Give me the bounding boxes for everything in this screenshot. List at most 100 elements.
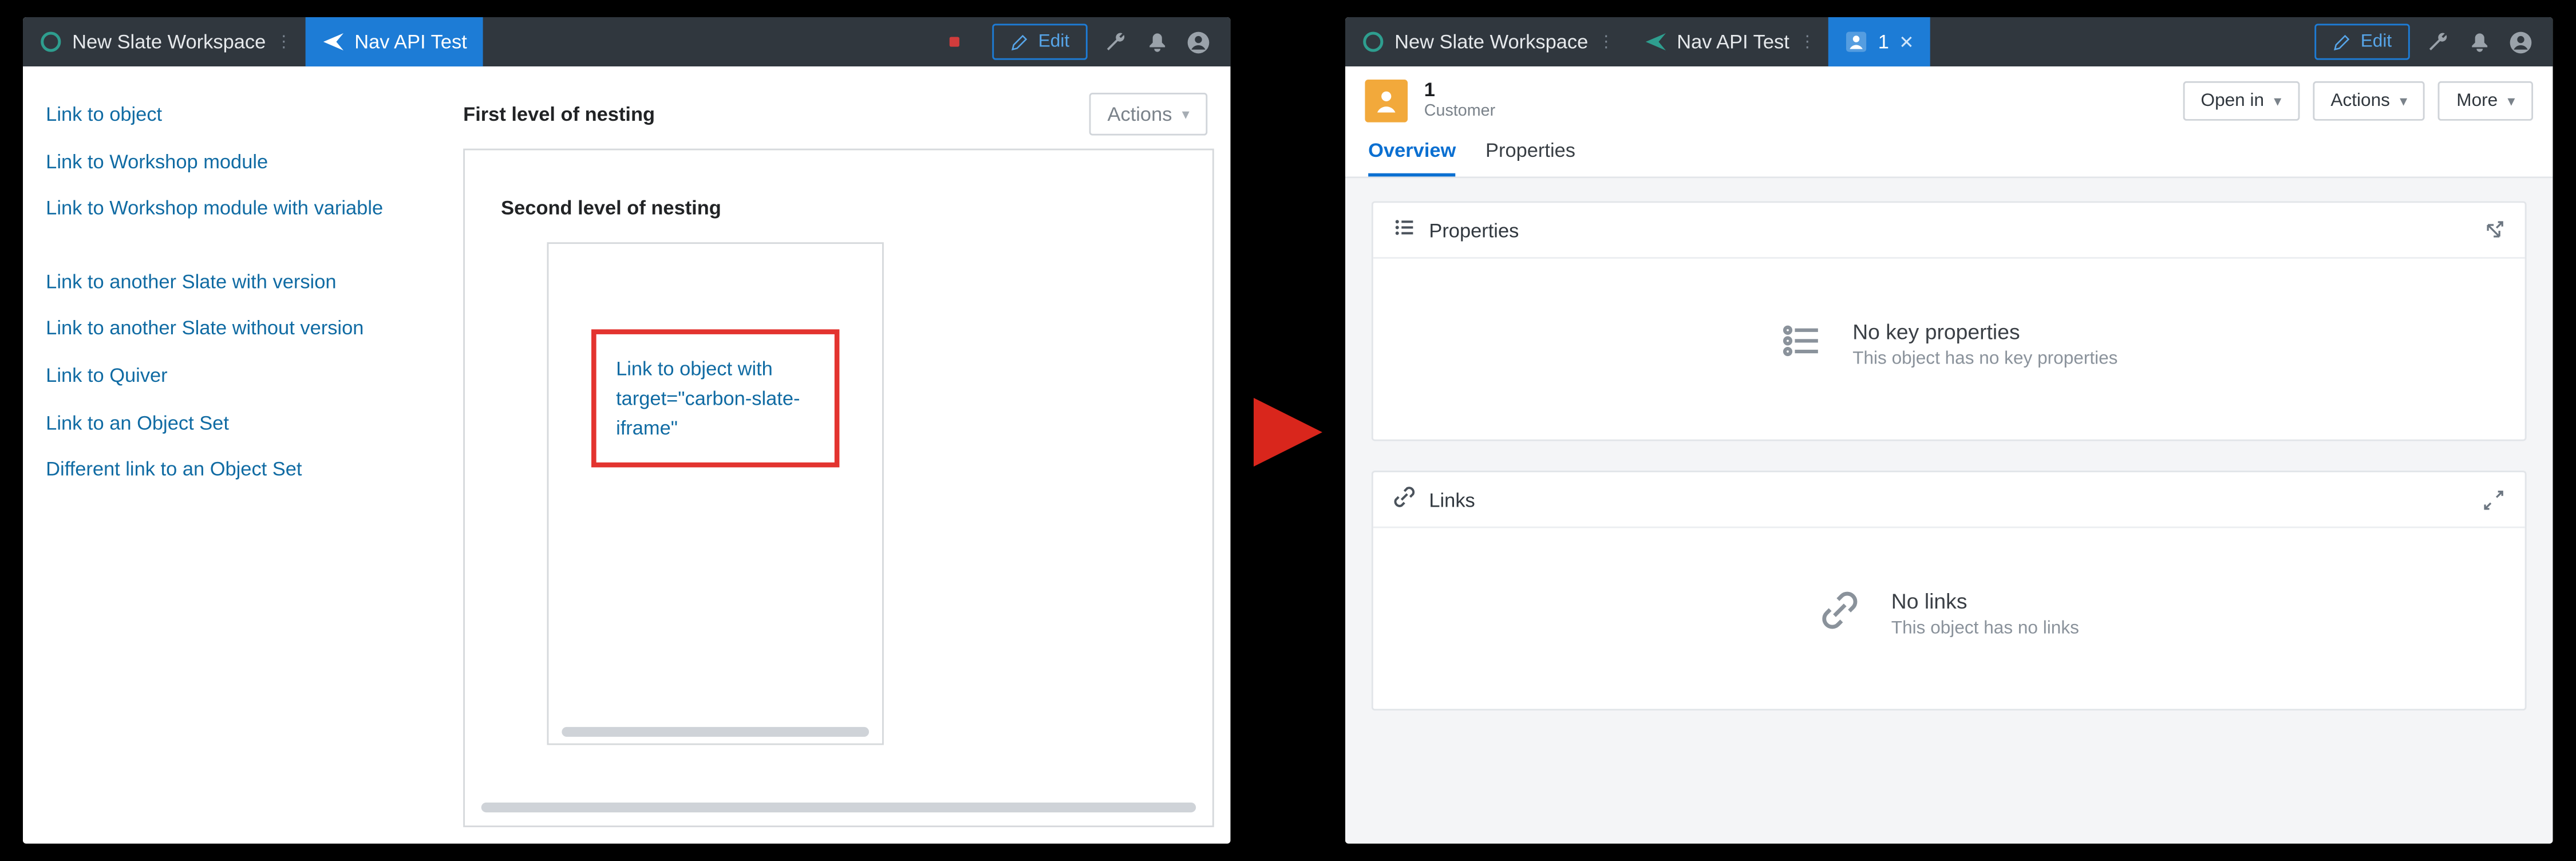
actions-label: Actions — [1108, 102, 1172, 125]
expand-icon[interactable] — [2482, 219, 2505, 242]
panel-properties-body: No key properties This object has no key… — [1373, 259, 2525, 440]
link-icon — [1393, 485, 1416, 514]
panel-properties-title: Properties — [1429, 219, 1519, 242]
sidebar-link-0[interactable]: Link to object — [46, 102, 450, 128]
pencil-icon — [1010, 33, 1029, 51]
sidebar-link-1[interactable]: Link to Workshop module — [46, 149, 450, 175]
nesting-frame-2: Link to object with target="carbon-slate… — [547, 242, 884, 745]
section1-head: First level of nesting Actions ▾ — [463, 93, 1214, 136]
tab-workspace[interactable]: New Slate Workspace ⋮ — [23, 17, 305, 66]
empty-link-icon — [1819, 588, 1862, 639]
left-body: Link to object Link to Workshop module L… — [23, 66, 1230, 844]
tab-workspace-title-r: New Slate Workspace — [1394, 30, 1588, 53]
callout-link[interactable]: Link to object with target="carbon-slate… — [616, 357, 800, 440]
section2-title: Second level of nesting — [501, 196, 1176, 219]
caret-down-icon: ▾ — [2400, 92, 2407, 110]
edit-button-r[interactable]: Edit — [2314, 23, 2409, 60]
sidebar-link-7[interactable]: Link to an Object Set — [46, 411, 450, 437]
right-app: New Slate Workspace ⋮ Nav API Test ⋮ 1 ✕ — [1345, 17, 2553, 844]
properties-empty-sub: This object has no key properties — [1852, 349, 2117, 369]
pin-icon: ⋮ — [275, 33, 289, 51]
edit-label: Edit — [1038, 32, 1069, 52]
panel-links-title: Links — [1429, 488, 1475, 511]
workspace-icon — [1362, 30, 1385, 53]
sidebar-link-2[interactable]: Link to Workshop module with variable — [46, 196, 450, 222]
empty-list-icon — [1780, 319, 1823, 370]
person-tab-icon — [1845, 30, 1868, 53]
caret-down-icon: ▾ — [2507, 92, 2515, 110]
tab-nav-title: Nav API Test — [354, 30, 467, 53]
edit-label-r: Edit — [2361, 32, 2392, 52]
expand-icon[interactable] — [2482, 488, 2505, 511]
caret-down-icon: ▾ — [1182, 105, 1190, 124]
object-header-top: 1 Customer Open in▾ Actions▾ More▾ — [1345, 66, 2553, 129]
more-button[interactable]: More▾ — [2439, 81, 2533, 121]
object-header-actions: Open in▾ Actions▾ More▾ — [2183, 81, 2533, 121]
object-tabs: Overview Properties — [1345, 129, 2553, 176]
sidebar-link-4[interactable]: Link to another Slate with version — [46, 270, 450, 295]
topbar-right-controls: Edit — [973, 17, 1231, 66]
sidebar-link-6[interactable]: Link to Quiver — [46, 364, 450, 389]
object-title: 1 — [1424, 80, 1495, 103]
panels: Properties No key properties This object… — [1345, 178, 2553, 733]
object-avatar — [1365, 80, 1408, 123]
pencil-icon — [2333, 33, 2351, 51]
properties-empty-title: No key properties — [1852, 319, 2117, 344]
panel-properties-head: Properties — [1373, 203, 2525, 259]
tab-workspace-title: New Slate Workspace — [72, 30, 266, 53]
tab-overview[interactable]: Overview — [1368, 129, 1456, 176]
sidebar-link-5[interactable]: Link to another Slate without version — [46, 317, 450, 342]
section1-title: First level of nesting — [463, 102, 655, 125]
panel-links-body: No links This object has no links — [1373, 528, 2525, 709]
edit-button[interactable]: Edit — [992, 23, 1087, 60]
user-icon[interactable] — [1186, 30, 1211, 54]
person-icon — [1373, 88, 1400, 114]
close-tab-icon[interactable]: ✕ — [1899, 31, 1914, 52]
bell-icon[interactable] — [2467, 30, 2492, 54]
panel-links: Links No links This object has no links — [1372, 471, 2527, 710]
panel-properties: Properties No key properties This object… — [1372, 201, 2527, 441]
wrench-icon[interactable] — [2426, 30, 2451, 54]
topbar-right: New Slate Workspace ⋮ Nav API Test ⋮ 1 ✕ — [1345, 17, 2553, 66]
tab-nav-title-r: Nav API Test — [1677, 30, 1789, 53]
list-icon — [1393, 216, 1416, 244]
user-icon[interactable] — [2508, 30, 2533, 54]
wrench-icon[interactable] — [1104, 30, 1128, 54]
left-app: New Slate Workspace ⋮ Nav API Test Edit — [23, 17, 1230, 844]
links-empty-sub: This object has no links — [1891, 618, 2079, 638]
highlighted-callout: Link to object with target="carbon-slate… — [591, 329, 839, 467]
unsaved-indicator — [950, 37, 959, 46]
sidebar-link-8[interactable]: Different link to an Object Set — [46, 458, 450, 484]
nesting-frame-1: Second level of nesting Link to object w… — [463, 149, 1214, 827]
inner-scrollbar[interactable] — [562, 727, 869, 737]
bell-icon[interactable] — [1145, 30, 1170, 54]
workspace-icon — [39, 30, 62, 53]
object-titles: 1 Customer — [1424, 80, 1495, 122]
tab-object[interactable]: 1 ✕ — [1829, 17, 1931, 66]
object-header: 1 Customer Open in▾ Actions▾ More▾ Overv… — [1345, 66, 2553, 178]
object-subtitle: Customer — [1424, 103, 1495, 122]
tab-object-title: 1 — [1878, 30, 1889, 53]
links-empty-title: No links — [1891, 589, 2079, 614]
plane-icon — [1644, 30, 1667, 53]
plane-icon — [322, 30, 345, 53]
outer-scrollbar[interactable] — [481, 803, 1196, 812]
open-in-button[interactable]: Open in▾ — [2183, 81, 2300, 121]
left-sidebar: Link to object Link to Workshop module L… — [23, 66, 463, 844]
panel-links-head: Links — [1373, 472, 2525, 528]
pin-icon: ⋮ — [1598, 33, 1611, 51]
panel-properties-empty: No key properties This object has no key… — [1852, 319, 2117, 369]
actions-dropdown[interactable]: Actions ▾ — [1089, 93, 1207, 136]
right-body: 1 Customer Open in▾ Actions▾ More▾ Overv… — [1345, 66, 2553, 844]
tab-properties[interactable]: Properties — [1485, 129, 1575, 176]
tab-nav-api-r[interactable]: Nav API Test ⋮ — [1627, 17, 1829, 66]
pin-icon: ⋮ — [1799, 33, 1812, 51]
panel-links-empty: No links This object has no links — [1891, 589, 2079, 638]
actions-button[interactable]: Actions▾ — [2313, 81, 2425, 121]
tab-nav-api[interactable]: Nav API Test — [305, 17, 483, 66]
tab-workspace-r[interactable]: New Slate Workspace ⋮ — [1345, 17, 1627, 66]
transition-arrow-icon — [1245, 389, 1331, 475]
caret-down-icon: ▾ — [2274, 92, 2281, 110]
left-main: First level of nesting Actions ▾ Second … — [463, 66, 1230, 844]
topbar-left: New Slate Workspace ⋮ Nav API Test Edit — [23, 17, 1230, 66]
